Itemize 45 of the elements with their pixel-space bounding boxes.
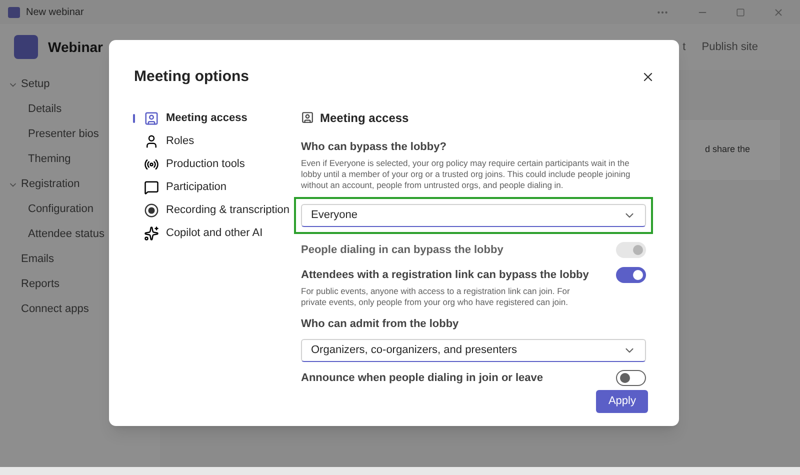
setting-label: People dialing in can bypass the lobby — [301, 243, 504, 258]
sidebar-item[interactable]: Details — [28, 101, 62, 118]
record-icon — [144, 202, 159, 218]
chat-icon — [144, 180, 159, 194]
sidebar-item[interactable]: Emails — [21, 251, 54, 268]
header-button[interactable]: Publish site — [702, 38, 758, 56]
maximize-icon[interactable] — [736, 8, 745, 16]
contact-card-icon — [301, 111, 314, 124]
nav-item[interactable]: Recording & transcription — [134, 198, 301, 222]
app-logo-icon — [8, 6, 20, 18]
nav-item[interactable]: Meeting access — [134, 106, 301, 130]
sparkle-icon — [144, 226, 159, 240]
sidebar-item[interactable]: Configuration — [28, 201, 94, 218]
nav-item[interactable]: Production tools — [134, 152, 301, 176]
contact-card-icon — [144, 110, 159, 126]
setting-description: Even if Everyone is selected, your org policy may require certain participants wait in the lobby until a member of your org or a trusted org joins. This could include people joining without an account, people from untrusted orgs, and people dialing in. — [301, 158, 632, 191]
dropdown[interactable]: Everyone — [301, 204, 646, 227]
sidebar-item[interactable]: Presenter bios — [28, 126, 99, 143]
sidebar-item[interactable]: Theming — [28, 151, 71, 168]
setting-description: For public events, anyone with access to a registration link can join. For private events, only people from your org who have registered can join. — [301, 286, 571, 308]
dialog-title: Meeting options — [134, 67, 249, 87]
person-icon — [144, 134, 159, 148]
nav-item[interactable]: Roles — [134, 130, 301, 152]
setting-label: Who can bypass the lobby? — [301, 140, 448, 154]
toggle-switch[interactable] — [616, 370, 646, 386]
sidebar-item[interactable]: Registration — [21, 176, 80, 193]
broadcast-icon — [144, 156, 159, 172]
nav-item[interactable]: Participation — [134, 176, 301, 198]
section-title: Meeting access — [320, 110, 409, 126]
setting-label: Who can admit from the lobby — [301, 317, 460, 332]
setting-label: Announce when people dialing in join or leave — [301, 370, 544, 386]
header-button[interactable]: t — [682, 38, 686, 56]
app-title: Webinar — [48, 38, 103, 56]
nav-item[interactable]: Copilot and other AI — [134, 222, 301, 244]
webinar-logo-icon — [14, 35, 38, 59]
dropdown[interactable]: Organizers, co-organizers, and presenters — [301, 338, 646, 362]
sidebar-item[interactable]: Attendee status — [28, 226, 104, 243]
sidebar-item[interactable]: Connect apps — [21, 301, 89, 318]
window-title: New webinar — [26, 6, 84, 20]
banner-text: d share the — [704, 143, 750, 156]
sidebar-item[interactable]: Reports — [21, 276, 60, 293]
apply-button[interactable]: Apply — [596, 390, 648, 413]
toggle-switch[interactable] — [616, 266, 646, 283]
setting-label: Attendees with a registration link can bypass the lobby — [301, 268, 589, 282]
sidebar-item[interactable]: Setup — [21, 76, 50, 93]
